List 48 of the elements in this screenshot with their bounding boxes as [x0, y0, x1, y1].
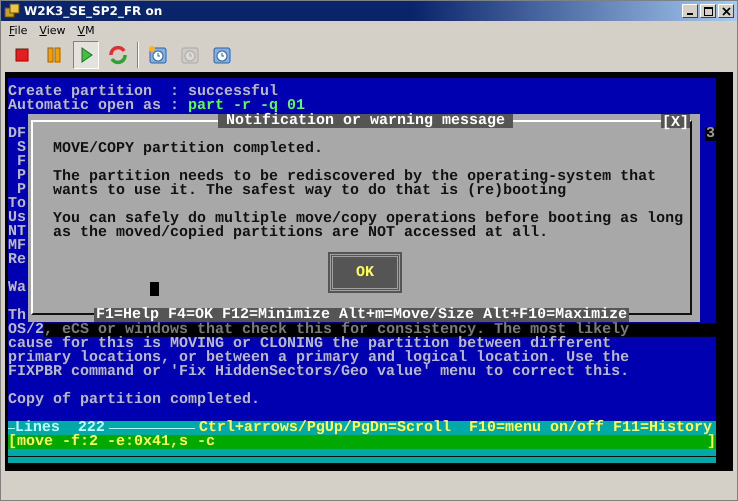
dialog-title: Notification or warning message [218, 114, 514, 128]
minimize-button[interactable] [682, 4, 698, 18]
console-text: F [16, 155, 26, 169]
clock-icon [180, 45, 200, 65]
status-text: Lines 222 [14, 421, 105, 435]
console-text: Copy of partition completed. [8, 393, 260, 407]
console-text: , eCS or windows that check this for consistency. The most likely [44, 323, 716, 337]
console-text: FIXPBR command or 'Fix HiddenSectors/Geo value' menu to correct this. [8, 365, 630, 379]
console-text: Re [8, 253, 26, 267]
clock-icon [148, 45, 168, 65]
refresh-icon [108, 45, 128, 65]
console-value: part -r -q 01 [188, 99, 306, 113]
console-text: S [16, 141, 26, 155]
console-text: To [8, 197, 26, 211]
close-icon [722, 6, 730, 16]
close-button[interactable] [718, 4, 734, 18]
console-text: cause for this is MOVING or CLONING the partition between different [8, 337, 612, 351]
console-text: OS/2 [8, 323, 44, 337]
console-text: P [17, 183, 26, 197]
console-text: 3 [704, 127, 716, 141]
console-text: P [16, 169, 26, 183]
console-text: Us [8, 211, 26, 225]
menu-item[interactable]: VM [78, 24, 95, 36]
console-text: Create partition : successful [8, 85, 278, 99]
toolbar-button[interactable] [73, 41, 99, 69]
minimize-icon [687, 13, 693, 15]
status-text: Ctrl+arrows/PgUp/PgDn=Scroll F10=menu on/off F11=History [198, 421, 712, 435]
console-text: primary locations, or between a primary and logical location. Use the [8, 351, 630, 365]
maximize-icon [704, 6, 712, 16]
close-button[interactable]: [X] [660, 114, 690, 128]
app-icon [4, 3, 20, 19]
maximize-button[interactable] [700, 4, 716, 18]
message-text: MOVE/COPY partition completed. [53, 142, 324, 156]
message-text: The partition needs to be rediscovered by the operating-system that wants to use it. The safest way to do that is (re)booting [53, 170, 658, 198]
console-text: Automatic open as : [8, 99, 180, 113]
window-title: W2K3_SE_SP2_FR on [24, 4, 162, 18]
console-text: DF [8, 127, 26, 141]
console-text: NT [8, 225, 26, 239]
ok-button[interactable]: OK [330, 254, 400, 291]
clock-icon [212, 45, 232, 65]
menu-item[interactable]: View [39, 24, 66, 36]
key-hints: F1=Help F4=OK F12=Minimize Alt+m=Move/Size Alt+F10=Maximize [94, 308, 630, 322]
console-text: Th [8, 309, 26, 323]
console-text: MF [8, 239, 26, 253]
menu-item[interactable]: File [9, 24, 28, 36]
text-cursor [150, 282, 159, 296]
console-text: Wa [8, 281, 26, 295]
message-text: You can safely do multiple move/copy operations before booting as long as the moved/copied partitions are NOT accessed at all. [53, 212, 684, 240]
